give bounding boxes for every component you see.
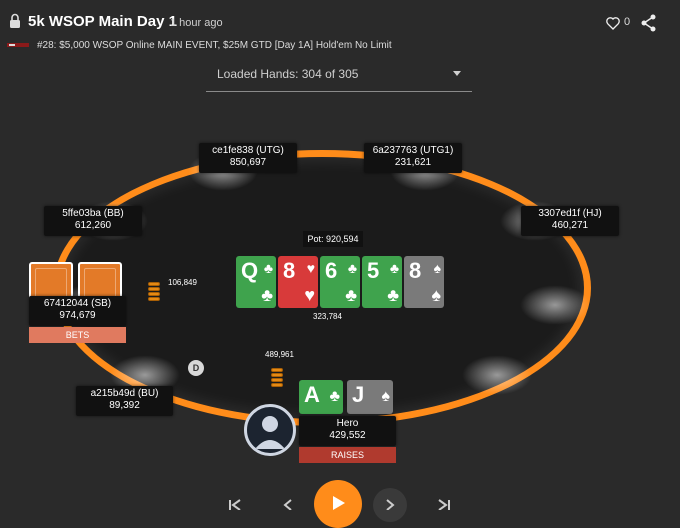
last-icon[interactable]: [437, 499, 451, 510]
player-name: 3307ed1f (HJ): [538, 208, 602, 219]
like-count: 0: [624, 16, 631, 28]
lock-icon: [10, 13, 20, 28]
hero-card: A ♣: [299, 380, 343, 414]
prev-icon[interactable]: [283, 499, 293, 510]
player-stack: 89,392: [109, 400, 140, 411]
page-title: 5k WSOP Main Day 1: [28, 13, 177, 30]
player-name: 6a237763 (UTG1): [372, 145, 454, 156]
player-stack: 850,697: [229, 157, 267, 168]
player-seat-utg: ce1fe838 (UTG) 850,697: [199, 143, 297, 173]
next-button[interactable]: [373, 488, 407, 522]
tournament-subtitle: #28: $5,000 WSOP Online MAIN EVENT, $25M…: [37, 40, 392, 51]
player-seat-hj: 3307ed1f (HJ) 460,271: [521, 206, 619, 236]
hero-card: J ♠: [347, 380, 393, 414]
action-badge-raises: RAISES: [299, 447, 396, 463]
player-seat-bu: a215b49d (BU) 89,392: [76, 386, 173, 416]
player-name: 67412044 (SB): [43, 298, 112, 309]
dealer-button: D: [188, 360, 204, 376]
play-button[interactable]: [314, 480, 362, 528]
board-bet-amount: 323,784: [313, 312, 342, 321]
next-icon: [386, 499, 395, 511]
player-name: a215b49d (BU): [90, 388, 159, 399]
chevron-down-icon: [453, 71, 461, 76]
player-name: ce1fe838 (UTG): [212, 145, 284, 156]
first-icon[interactable]: [228, 499, 242, 510]
heart-outline-icon[interactable]: [605, 15, 621, 31]
player-seat-sb: 67412044 (SB) 974,679: [29, 296, 126, 326]
bet-amount-hero: 489,961: [265, 350, 294, 359]
player-stack: 460,271: [551, 220, 589, 231]
board-card: 5 ♣ ♣: [362, 256, 402, 308]
pot-amount: Pot: 920,594: [303, 231, 363, 247]
player-stack: 231,621: [394, 157, 432, 168]
chip-stack-icon: [148, 282, 160, 304]
bet-amount-sb: 106,849: [168, 278, 197, 287]
seat-glow: [462, 355, 532, 395]
site-logo: [7, 43, 29, 47]
share-icon[interactable]: [641, 14, 657, 32]
play-icon: [333, 496, 345, 510]
seat-glow: [520, 285, 590, 325]
loaded-hands-dropdown[interactable]: Loaded Hands: 304 of 305: [206, 60, 472, 92]
player-stack: 612,260: [74, 220, 112, 231]
player-stack: 974,679: [59, 310, 96, 321]
time-ago: 1 hour ago: [170, 17, 223, 29]
player-seat-bb: 5ffe03ba (BB) 612,260: [44, 206, 142, 236]
player-name: 5ffe03ba (BB): [62, 208, 124, 219]
player-stack: 429,552: [329, 430, 366, 441]
player-name: Hero: [336, 418, 359, 429]
player-seat-hero: Hero 429,552: [299, 416, 396, 446]
action-badge-bets: BETS: [29, 327, 126, 343]
board-card: 8 ♥ ♥: [278, 256, 318, 308]
board-card: 8 ♠ ♠: [404, 256, 444, 308]
board-card: 6 ♣ ♣: [320, 256, 360, 308]
player-seat-utg1: 6a237763 (UTG1) 231,621: [364, 143, 462, 173]
loaded-hands-label: Loaded Hands: 304 of 305: [217, 67, 359, 81]
chip-stack-icon: [271, 368, 283, 390]
hero-avatar: [244, 404, 296, 456]
board-card: Q ♣ ♣: [236, 256, 276, 308]
user-icon: [255, 416, 285, 449]
